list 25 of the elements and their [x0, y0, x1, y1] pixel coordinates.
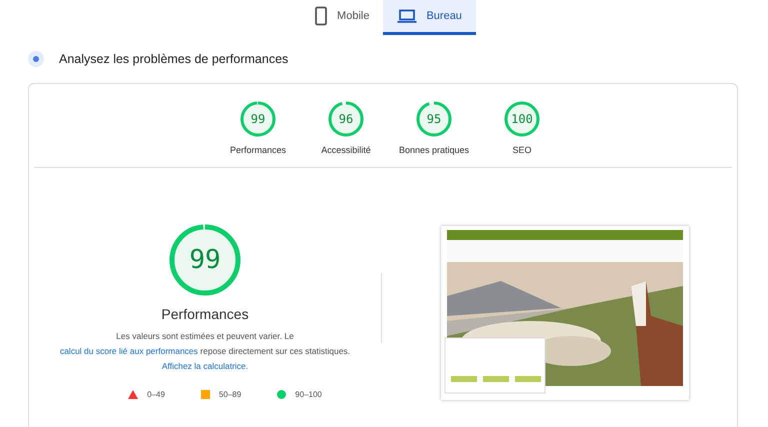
device-tab[interactable]: Bureau — [383, 0, 476, 35]
score-value: 96 — [338, 112, 354, 126]
calculator-link[interactable]: Affichez la calculatrice. — [162, 361, 248, 371]
legend-label: 50–89 — [218, 390, 242, 399]
gauge-label: Bonnes pratiques — [398, 145, 470, 155]
device-tab[interactable]: Mobile — [300, 0, 384, 35]
score-value: 99 — [189, 245, 221, 275]
laptop-icon — [397, 9, 418, 23]
score-value: 99 — [250, 112, 266, 126]
description-text: Les valeurs sont estimées et peuvent varier. Le calcul du score lié aux performances repose directement sur ces statistiques. Affichez la calculatrice. — [58, 330, 352, 373]
legend-label: 0–49 — [147, 390, 165, 399]
gauge-label: Performances — [230, 145, 286, 155]
gauge-label: SEO — [512, 145, 532, 155]
score-gauge[interactable] — [327, 100, 365, 138]
score-gauge[interactable] — [239, 100, 277, 138]
legend-label: 90–100 — [295, 390, 322, 399]
section-title: Analysez les problèmes de performances — [59, 52, 288, 66]
score-link[interactable]: calcul du score lié aux performances — [60, 346, 198, 356]
category-title: Performances — [161, 306, 249, 322]
score-value: 100 — [511, 112, 533, 126]
score-gauge[interactable] — [415, 100, 453, 138]
phone-icon — [314, 6, 328, 26]
score-gauge[interactable] — [503, 100, 541, 138]
gauge-label: Accessibilité — [321, 145, 371, 155]
score-value: 95 — [426, 112, 442, 126]
